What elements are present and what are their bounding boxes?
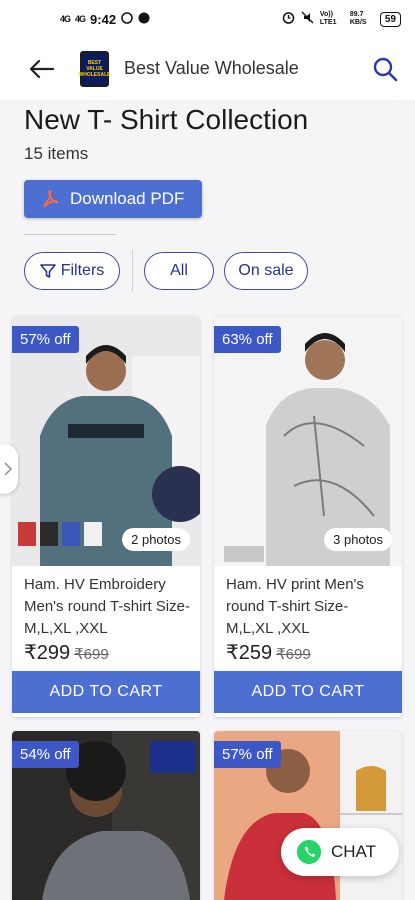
product-title[interactable]: Ham. HV print Men's round T-shirt Size- …	[226, 574, 396, 640]
photo-count-badge: 3 photos	[324, 528, 392, 551]
sale-price: ₹299	[24, 642, 71, 664]
all-label: All	[170, 262, 188, 279]
product-card[interactable]: 57% off 2 photos Ham. HV Embroidery Men'…	[12, 316, 200, 717]
discount-badge: 63% off	[214, 326, 281, 353]
add-to-cart-button[interactable]: ADD TO CART	[214, 671, 402, 713]
section-divider	[24, 234, 116, 235]
product-image[interactable]: 63% off 3 photos	[214, 316, 402, 566]
download-pdf-button[interactable]: Download PDF	[24, 180, 202, 218]
pdf-icon	[44, 190, 58, 208]
original-price: ₹699	[74, 646, 109, 663]
product-image[interactable]: 57% off 2 photos	[12, 316, 200, 566]
chat-button[interactable]: CHAT	[281, 828, 399, 876]
back-arrow-icon	[29, 59, 54, 79]
back-button[interactable]	[24, 52, 58, 86]
product-price: ₹259 ₹699	[226, 640, 311, 665]
sale-price: ₹259	[226, 642, 273, 664]
clock: 9:42	[90, 11, 117, 27]
mute-icon	[301, 11, 314, 27]
search-button[interactable]	[368, 52, 402, 86]
store-name: Best Value Wholesale	[124, 58, 299, 78]
page-title: New T- Shirt Collection	[24, 104, 309, 135]
battery-indicator: 59	[379, 11, 401, 27]
filters-chip[interactable]: Filters	[24, 252, 120, 290]
alarm-icon	[282, 11, 295, 27]
signal-indicator-2: 4G	[75, 14, 86, 24]
item-count: 15 items	[24, 144, 89, 163]
app-header: BEST VALUE WHOLESALE Best Value Wholesal…	[0, 38, 415, 100]
status-bar: 4G 4G 9:42 Vo)) LTE1 89.7 KB/S 59	[0, 0, 415, 38]
product-image[interactable]: 54% off	[12, 731, 200, 900]
search-icon	[373, 57, 398, 82]
collection-header: New T- Shirt Collection 15 items Downloa…	[0, 100, 415, 310]
filter-on-sale-chip[interactable]: On sale	[224, 252, 308, 290]
product-title[interactable]: Ham. HV Embroidery Men's round T-shirt S…	[24, 574, 194, 640]
message-notification-icon	[138, 12, 150, 27]
whatsapp-icon	[297, 840, 321, 864]
chat-label: CHAT	[331, 842, 377, 861]
download-pdf-label: Download PDF	[70, 189, 185, 208]
discount-badge: 57% off	[214, 741, 281, 768]
original-price: ₹699	[276, 646, 311, 663]
discount-badge: 54% off	[12, 741, 79, 768]
product-card[interactable]: 63% off 3 photos Ham. HV print Men's rou…	[214, 316, 402, 717]
logo-word-3: WHOLESALE	[78, 72, 111, 78]
signal-indicator-1: 4G	[60, 14, 71, 24]
product-price: ₹299 ₹699	[24, 640, 109, 665]
discount-badge: 57% off	[12, 326, 79, 353]
speed-label: 89.7 KB/S	[349, 11, 367, 26]
on-sale-label: On sale	[238, 262, 294, 279]
status-left: 4G 4G 9:42	[60, 12, 150, 27]
filter-all-chip[interactable]: All	[144, 252, 214, 290]
filters-label: Filters	[60, 262, 105, 279]
photo-count-badge: 2 photos	[122, 528, 190, 551]
add-to-cart-button[interactable]: ADD TO CART	[12, 671, 200, 713]
scroll-left-handle[interactable]	[0, 444, 18, 494]
whatsapp-notification-icon	[121, 11, 133, 27]
network-label: Vo)) LTE1	[319, 11, 337, 26]
store-logo: BEST VALUE WHOLESALE	[78, 51, 111, 87]
chip-separator	[132, 250, 133, 292]
status-right: Vo)) LTE1 89.7 KB/S 59	[282, 11, 401, 27]
product-card[interactable]: 54% off	[12, 731, 200, 900]
chevron-right-icon	[4, 462, 12, 476]
filter-icon	[39, 264, 56, 278]
